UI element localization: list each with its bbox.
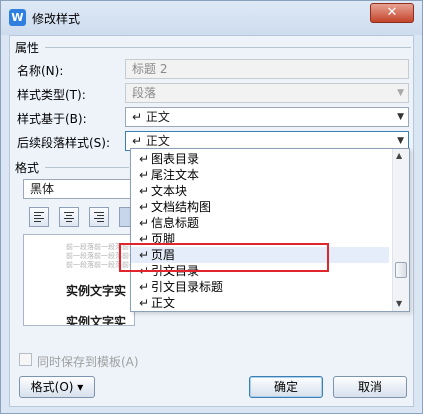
- align-left-button[interactable]: [29, 207, 49, 227]
- save-to-template-checkbox[interactable]: [19, 353, 32, 366]
- align-right-button[interactable]: [89, 207, 109, 227]
- titlebar: W 修改样式 ✕: [1, 1, 422, 35]
- paragraph-mark-icon: ↵: [139, 296, 150, 310]
- save-to-template-label: 同时保存到模板(A): [37, 355, 139, 369]
- based-on-select[interactable]: ↵ 正文 ▼: [125, 107, 409, 127]
- close-icon: ✕: [386, 5, 398, 20]
- paragraph-mark-icon: ↵: [139, 280, 150, 294]
- dialog-title: 修改样式: [32, 12, 81, 26]
- style-type-select[interactable]: 段落 ▼: [125, 83, 409, 103]
- cancel-button[interactable]: 取消: [333, 376, 407, 398]
- style-name-value: 标题 2: [132, 62, 168, 76]
- paragraph-mark-icon: ↵: [139, 200, 150, 214]
- based-on-label: 样式基于(B):: [17, 112, 87, 126]
- chevron-down-icon: ▼: [397, 112, 404, 122]
- dropdown-item-label: 文本块: [151, 184, 188, 198]
- align-center-button[interactable]: [59, 207, 79, 227]
- name-label: 名称(N):: [17, 64, 64, 78]
- style-type-label: 样式类型(T):: [17, 88, 86, 102]
- format-separator: [45, 167, 129, 168]
- dropdown-item[interactable]: ↵ 正文: [131, 295, 389, 311]
- wps-writer-icon: W: [9, 9, 26, 26]
- next-style-value: ↵ 正文: [132, 134, 170, 148]
- paragraph-mark-icon: ↵: [139, 152, 150, 166]
- paragraph-mark-icon: ↵: [139, 216, 150, 230]
- highlight-box: [119, 243, 329, 272]
- properties-section-label: 属性: [15, 41, 40, 55]
- scroll-thumb[interactable]: [395, 262, 407, 278]
- properties-separator: [45, 47, 411, 48]
- paragraph-mark-icon: ↵: [139, 184, 150, 198]
- format-section-label: 格式: [15, 161, 40, 175]
- dropdown-item-label: 正文: [151, 296, 176, 310]
- dropdown-item[interactable]: ↵ 图表目录: [131, 151, 389, 167]
- preview-sample-text: 实例文字实: [66, 284, 127, 298]
- close-button[interactable]: ✕: [370, 3, 414, 23]
- dropdown-item-label: 信息标题: [151, 216, 200, 230]
- chevron-down-icon: ▼: [397, 88, 404, 98]
- dropdown-item[interactable]: ↵ 引文目录标题: [131, 279, 389, 295]
- preview-ghost-line: 前一段落前一段落前一: [66, 261, 135, 269]
- dropdown-item[interactable]: ↵ 文本块: [131, 183, 389, 199]
- paragraph-mark-icon: ↵: [139, 168, 150, 182]
- style-name-field[interactable]: 标题 2: [125, 59, 409, 79]
- next-style-label: 后续段落样式(S):: [17, 136, 111, 150]
- dropdown-item[interactable]: ↵ 信息标题: [131, 215, 389, 231]
- style-type-value: 段落: [132, 86, 157, 100]
- dropdown-scrollbar[interactable]: ▲ ▼: [392, 149, 409, 311]
- format-menu-button[interactable]: 格式(O) ▾: [19, 376, 95, 398]
- dropdown-item-label: 文档结构图: [151, 200, 212, 214]
- font-value: 黑体: [30, 182, 55, 196]
- dropdown-item-label: 引文目录标题: [151, 280, 224, 294]
- dropdown-item[interactable]: ↵ 尾注文本: [131, 167, 389, 183]
- ok-button[interactable]: 确定: [249, 376, 323, 398]
- based-on-value: ↵ 正文: [132, 110, 170, 124]
- preview-ghost-line: 前一段落前一段落前一: [66, 252, 135, 260]
- dropdown-item[interactable]: ↵ 文档结构图: [131, 199, 389, 215]
- scroll-down-icon[interactable]: ▼: [396, 299, 402, 308]
- preview-sample-text-2: 实例文字实: [66, 315, 127, 326]
- dropdown-item-label: 图表目录: [151, 152, 200, 166]
- scroll-up-icon[interactable]: ▲: [396, 151, 402, 160]
- font-select[interactable]: 黑体: [23, 179, 131, 199]
- next-style-dropdown: ↵ 图表目录 ↵ 尾注文本 ↵ 文本块 ↵ 文档结构图 ↵ 信息标题 ↵ 页脚 ↵ 页眉 ↵ 引…: [130, 148, 410, 312]
- dropdown-item-label: 尾注文本: [151, 168, 200, 182]
- modify-style-dialog: W 修改样式 ✕ 属性 名称(N): 标题 2 样式类型(T): 段落 ▼ 样式基…: [0, 0, 423, 414]
- preview-ghost-line: 前一段落前一段落前一: [66, 243, 135, 251]
